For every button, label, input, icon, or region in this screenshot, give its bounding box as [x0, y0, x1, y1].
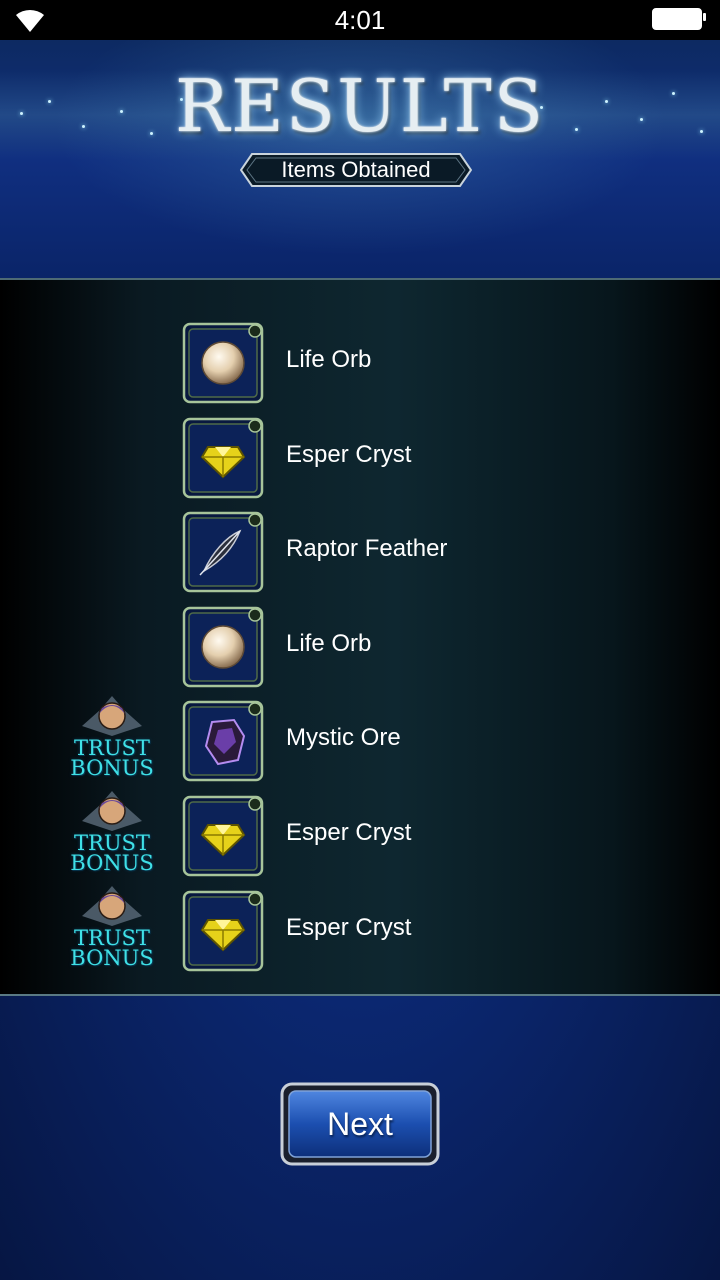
trust-bonus-badge: TRUST BONUS [66, 885, 158, 976]
raptor-feather-icon [182, 511, 264, 593]
results-screen: 4:01 RESULTS Items Obtained Life Orb Esp… [0, 0, 720, 1280]
item-row: Raptor Feather [0, 511, 720, 597]
item-row: Life Orb [0, 322, 720, 408]
item-name: Life Orb [286, 346, 372, 373]
item-row: Life Orb [0, 606, 720, 692]
next-button[interactable]: Next [280, 1082, 440, 1166]
item-row: TRUST BONUS Esper Cryst [0, 885, 720, 976]
mystic-ore-icon [182, 700, 264, 782]
item-name: Life Orb [286, 629, 372, 657]
trust-bonus-badge: TRUST BONUS [66, 696, 158, 786]
life-orb-icon [182, 322, 264, 404]
unit-portrait-icon [82, 885, 142, 926]
item-name: Esper Cryst [286, 440, 412, 468]
items-list: Life Orb Esper Cryst Raptor Feather Life Or… [0, 278, 720, 996]
esper-cryst-icon [182, 795, 264, 877]
life-orb-icon [182, 606, 264, 688]
trust-bonus-label: TRUST BONUS [70, 925, 154, 970]
battery-icon [652, 8, 702, 30]
trust-bonus-label: TRUST BONUS [70, 736, 154, 781]
item-row: TRUST BONUS Mystic Ore [0, 696, 720, 786]
item-row: Esper Cryst [0, 417, 720, 503]
next-button-label: Next [327, 1106, 393, 1142]
items-obtained-banner: Items Obtained [240, 153, 472, 187]
items-obtained-label: Items Obtained [281, 157, 431, 182]
item-name: Raptor Feather [286, 535, 448, 563]
status-time: 4:01 [334, 5, 386, 35]
results-header: RESULTS Items Obtained [0, 40, 720, 278]
item-name: Mystic Ore [286, 724, 401, 752]
item-name: Esper Cryst [286, 913, 412, 941]
battery-tip [703, 13, 706, 21]
results-title: RESULTS [174, 64, 546, 148]
esper-cryst-icon [182, 417, 264, 499]
trust-bonus-badge: TRUST BONUS [66, 791, 158, 881]
item-row: TRUST BONUS Esper Cryst [0, 791, 720, 881]
trust-bonus-label: TRUST BONUS [70, 831, 154, 875]
status-bar: 4:01 [0, 0, 720, 40]
esper-cryst-icon [182, 890, 264, 972]
item-name: Esper Cryst [286, 819, 412, 846]
